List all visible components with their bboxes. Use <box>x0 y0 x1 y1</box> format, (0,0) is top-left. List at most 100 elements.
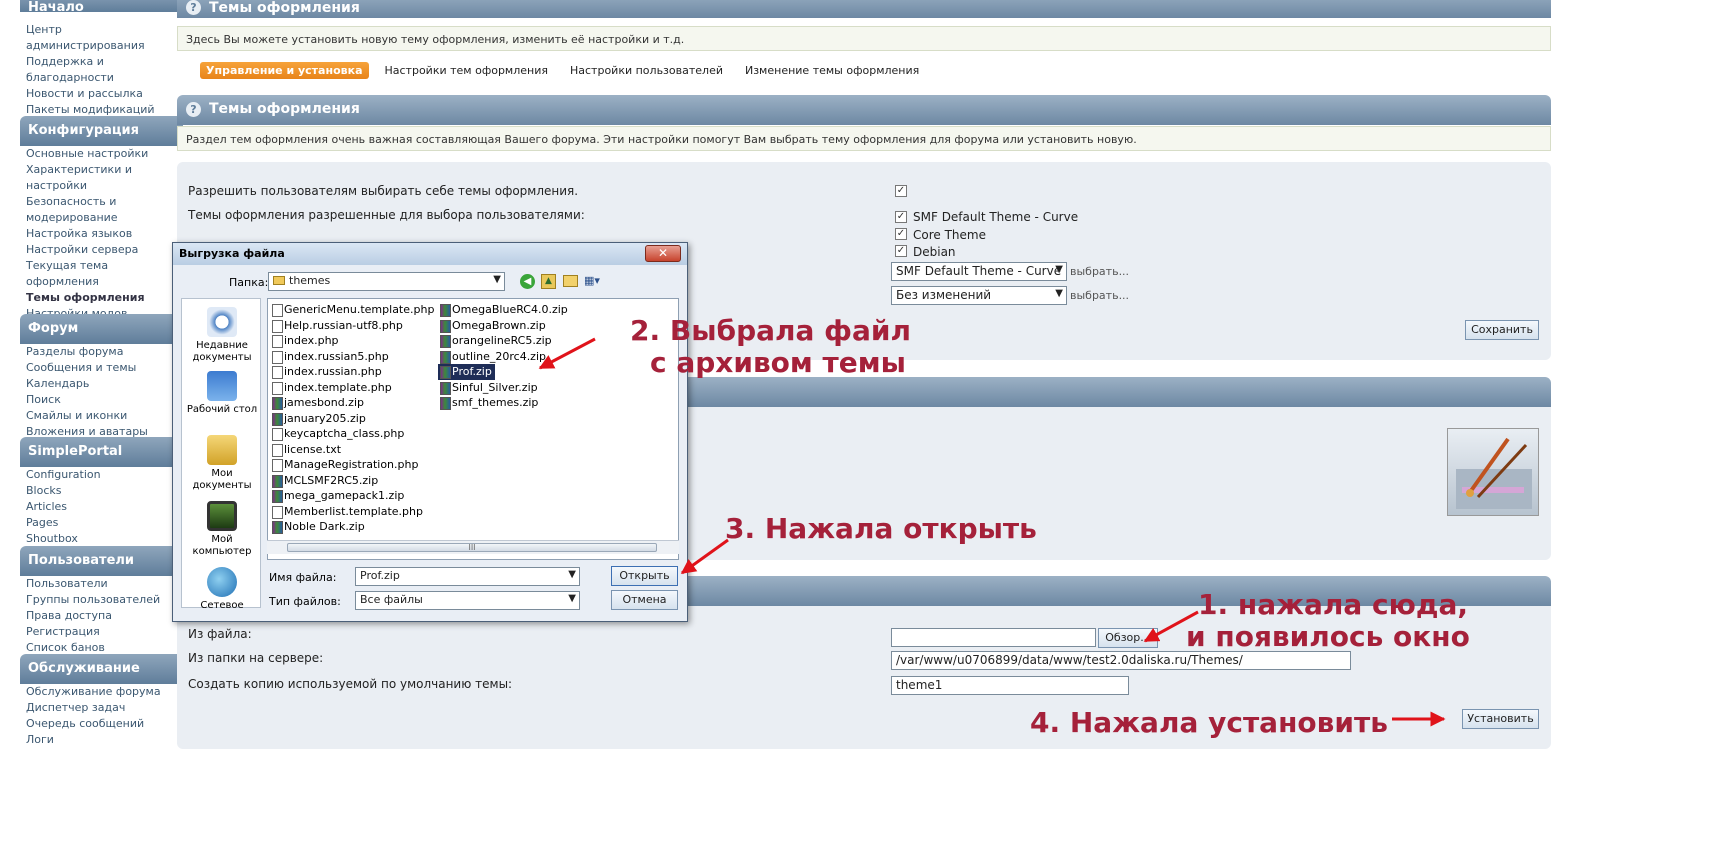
cancel-button[interactable]: Отмена <box>611 590 678 610</box>
tab-theme-settings[interactable]: Настройки тем оформления <box>379 62 555 79</box>
paint-brush-icon <box>1447 428 1539 516</box>
scrollbar-thumb[interactable]: III <box>287 543 657 552</box>
theme-checkbox[interactable]: ✓ <box>895 245 907 257</box>
file-item[interactable]: ManageRegistration.php <box>270 457 434 473</box>
place-recent[interactable]: Недавние документы <box>182 307 262 364</box>
place-desktop[interactable]: Рабочий стол <box>182 371 262 416</box>
sidebar-head-users[interactable]: Пользователи <box>20 546 183 576</box>
sidebar-item[interactable]: Основные настройки <box>26 146 186 162</box>
sidebar-item[interactable]: Регистрация <box>26 624 186 640</box>
sidebar-head-label: Пользователи <box>28 553 135 568</box>
view-menu-icon[interactable]: ▦▾ <box>584 274 606 289</box>
sidebar-links-config: Основные настройки Характеристики и наст… <box>26 146 186 322</box>
new-folder-icon[interactable] <box>563 275 578 287</box>
file-item[interactable]: Noble Dark.zip <box>270 519 434 535</box>
theme-option-label: SMF Default Theme - Curve <box>913 210 1079 224</box>
choose-link[interactable]: выбрать... <box>1070 289 1129 302</box>
file-item[interactable]: MCLSMF2RC5.zip <box>270 473 434 489</box>
save-button[interactable]: Сохранить <box>1465 320 1539 340</box>
sidebar-item[interactable]: Текущая тема оформления <box>26 258 116 290</box>
filetype-select[interactable]: Все файлы ▼ <box>355 591 580 610</box>
sidebar-item[interactable]: Пользователи <box>26 576 186 592</box>
open-button[interactable]: Открыть <box>611 566 678 586</box>
sidebar-item[interactable]: Характеристики и настройки <box>26 162 136 194</box>
file-item-selected[interactable]: Prof.zip <box>438 364 495 380</box>
file-item[interactable]: index.template.php <box>270 380 434 396</box>
place-my-computer[interactable]: Мой компьютер <box>182 501 262 558</box>
file-item[interactable]: keycaptcha_class.php <box>270 426 434 442</box>
sidebar-item[interactable]: Blocks <box>26 483 186 499</box>
tab-user-settings[interactable]: Настройки пользователей <box>564 62 729 79</box>
sidebar-item[interactable]: Новости и рассылка <box>26 86 186 102</box>
sidebar-head-simpleportal[interactable]: SimplePortal <box>20 437 183 467</box>
sidebar-item[interactable]: Очередь сообщений <box>26 716 186 732</box>
sidebar-item[interactable]: Календарь <box>26 376 186 392</box>
tab-edit-theme[interactable]: Изменение темы оформления <box>739 62 925 79</box>
file-item[interactable]: license.txt <box>270 442 434 458</box>
filename-input[interactable]: Prof.zip ▼ <box>355 567 580 586</box>
file-item[interactable]: index.russian5.php <box>270 349 434 365</box>
theme-checkbox[interactable]: ✓ <box>895 211 907 223</box>
file-upload-input[interactable] <box>891 628 1096 647</box>
file-list[interactable]: GenericMenu.template.php Help.russian-ut… <box>267 298 679 560</box>
file-item[interactable]: smf_themes.zip <box>438 395 568 411</box>
horizontal-scrollbar[interactable]: III <box>267 540 679 554</box>
sidebar-item[interactable]: Сообщения и темы <box>26 360 186 376</box>
sidebar-item[interactable]: Поддержка и благодарности <box>26 54 136 86</box>
file-item[interactable]: orangelineRC5.zip <box>438 333 568 349</box>
file-item[interactable]: GenericMenu.template.php <box>270 302 434 318</box>
browse-button[interactable]: Обзор... <box>1098 628 1158 648</box>
file-item[interactable]: index.php <box>270 333 434 349</box>
sidebar-head-maintenance[interactable]: Обслуживание <box>20 654 183 684</box>
up-folder-icon[interactable]: ▲ <box>541 274 556 289</box>
place-my-documents[interactable]: Мои документы <box>182 435 262 492</box>
install-button[interactable]: Установить <box>1462 709 1539 729</box>
file-item[interactable]: outline_20rc4.zip <box>438 349 568 365</box>
file-item[interactable]: Sinful_Silver.zip <box>438 380 568 396</box>
sidebar-head-home[interactable]: Начало <box>20 0 183 15</box>
file-item[interactable]: Help.russian-utf8.php <box>270 318 434 334</box>
tab-manage-install[interactable]: Управление и установка <box>200 61 369 79</box>
sidebar-item[interactable]: Группы пользователей <box>26 592 186 608</box>
sidebar-item-themes[interactable]: Темы оформления <box>26 290 186 306</box>
default-theme-select[interactable]: SMF Default Theme - Curve ▼ <box>891 262 1067 281</box>
sidebar-item[interactable]: Настройка языков <box>26 226 186 242</box>
file-item[interactable]: index.russian.php <box>270 364 434 380</box>
sidebar-head-config[interactable]: Конфигурация <box>20 116 183 146</box>
recent-documents-icon <box>207 307 237 337</box>
filename-value: Prof.zip <box>360 569 400 582</box>
sidebar-item[interactable]: Обслуживание форума <box>26 684 186 700</box>
help-icon[interactable]: ? <box>186 0 201 15</box>
file-item[interactable]: jamesbond.zip <box>270 395 434 411</box>
sidebar-item[interactable]: Поиск <box>26 392 186 408</box>
choose-link[interactable]: выбрать... <box>1070 265 1129 278</box>
file-item[interactable]: Memberlist.template.php <box>270 504 434 520</box>
allow-choose-checkbox[interactable]: ✓ <box>895 185 907 197</box>
sidebar-item[interactable]: Разделы форума <box>26 344 186 360</box>
sidebar-head-forum[interactable]: Форум <box>20 314 183 344</box>
place-network[interactable]: Сетевое <box>182 567 262 612</box>
file-item[interactable]: mega_gamepack1.zip <box>270 488 434 504</box>
theme-checkbox[interactable]: ✓ <box>895 228 907 240</box>
sidebar-item[interactable]: Articles <box>26 499 186 515</box>
file-item[interactable]: OmegaBlueRC4.0.zip <box>438 302 568 318</box>
file-item[interactable]: january205.zip <box>270 411 434 427</box>
sidebar-item[interactable]: Shoutbox <box>26 531 186 547</box>
copy-theme-input[interactable]: theme1 <box>891 676 1129 695</box>
back-icon[interactable]: ◀ <box>520 274 535 289</box>
sidebar-item[interactable]: Безопасность и модерирование <box>26 194 126 226</box>
help-icon[interactable]: ? <box>186 102 201 117</box>
sidebar-item[interactable]: Права доступа <box>26 608 186 624</box>
sidebar-item[interactable]: Центр администрирования <box>26 22 156 54</box>
sidebar-item[interactable]: Логи <box>26 732 186 748</box>
sidebar-item[interactable]: Смайлы и иконки <box>26 408 186 424</box>
reset-theme-select[interactable]: Без изменений ▼ <box>891 286 1067 305</box>
file-column: GenericMenu.template.php Help.russian-ut… <box>270 302 434 535</box>
sidebar-item[interactable]: Pages <box>26 515 186 531</box>
sidebar-item[interactable]: Настройки сервера <box>26 242 186 258</box>
sidebar-item[interactable]: Configuration <box>26 467 186 483</box>
folder-select[interactable]: themes ▼ <box>268 272 505 291</box>
sidebar-item[interactable]: Диспетчер задач <box>26 700 186 716</box>
close-icon[interactable]: ✕ <box>645 245 681 262</box>
file-item[interactable]: OmegaBrown.zip <box>438 318 568 334</box>
